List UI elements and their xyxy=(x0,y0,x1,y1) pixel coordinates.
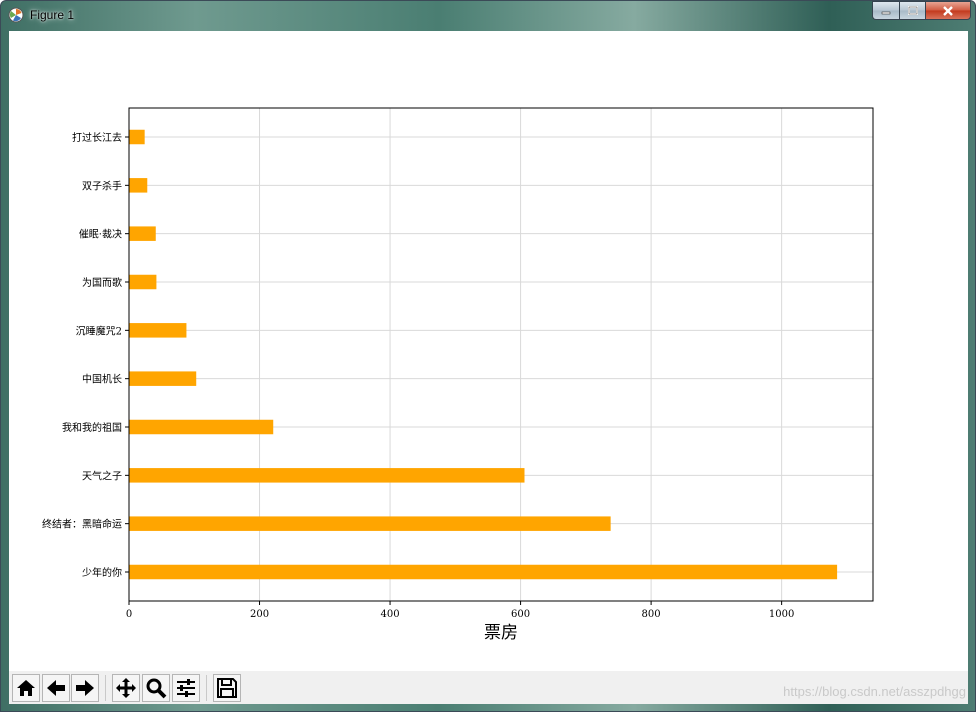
bar xyxy=(129,419,274,435)
app-icon xyxy=(8,7,24,23)
y-tick-label: 为国而歌 xyxy=(82,276,122,289)
maximize-icon xyxy=(907,5,918,15)
toolbar-separator xyxy=(105,675,106,701)
y-tick-label: 少年的你 xyxy=(82,566,122,579)
minimize-icon xyxy=(881,11,891,14)
bar xyxy=(129,323,187,338)
x-tick-label: 1000 xyxy=(769,609,794,620)
close-button[interactable] xyxy=(925,1,971,20)
bar xyxy=(129,468,525,483)
x-tick-label: 200 xyxy=(250,609,269,620)
back-icon xyxy=(47,680,65,696)
x-axis-label: 票房 xyxy=(484,623,518,643)
y-tick-label: 沉睡魔咒2 xyxy=(76,324,122,337)
bar xyxy=(129,226,156,241)
window-title: Figure 1 xyxy=(30,8,75,22)
close-icon xyxy=(943,5,953,16)
figure-canvas: 0 200 400 600 800 1000 少年的你 终结者：黑暗命运 天气之子 我和我的祖国 中… xyxy=(9,31,968,704)
save-button[interactable] xyxy=(213,674,241,702)
forward-icon xyxy=(76,680,94,696)
y-tick-label: 我和我的祖国 xyxy=(62,421,122,434)
back-button[interactable] xyxy=(42,674,70,702)
pan-icon xyxy=(116,678,136,698)
home-icon xyxy=(17,680,35,696)
pan-button[interactable] xyxy=(112,674,140,702)
maximize-button[interactable] xyxy=(899,1,925,20)
x-tick-label: 800 xyxy=(642,609,661,620)
configure-button[interactable] xyxy=(172,674,200,702)
y-tick-label: 中国机长 xyxy=(82,373,122,386)
forward-button[interactable] xyxy=(71,674,99,702)
x-tick-label: 600 xyxy=(511,609,530,620)
title-bar[interactable]: Figure 1 xyxy=(1,1,975,31)
x-tick-label: 400 xyxy=(381,609,400,620)
bar xyxy=(129,371,197,386)
bar xyxy=(129,564,838,580)
bar xyxy=(129,274,157,290)
zoom-button[interactable] xyxy=(142,674,170,702)
minimize-button[interactable] xyxy=(872,1,899,20)
configure-icon xyxy=(177,679,195,697)
zoom-icon xyxy=(146,678,167,699)
y-tick-label: 打过长江去 xyxy=(72,131,122,144)
y-tick-label: 催眠·裁决 xyxy=(79,228,122,241)
y-tick-label: 天气之子 xyxy=(82,469,122,482)
x-tick-label: 0 xyxy=(126,609,132,620)
y-tick-label: 终结者：黑暗命运 xyxy=(42,518,122,531)
bar xyxy=(129,516,611,531)
save-icon xyxy=(217,678,237,698)
home-button[interactable] xyxy=(12,674,40,702)
bar xyxy=(129,129,145,145)
watermark: https://blog.csdn.net/asszpdhgg xyxy=(783,684,966,699)
figure-window: Figure 1 0 200 400 600 800 1000 少年的你 终结者：黑暗命运 天气… xyxy=(0,0,976,712)
navigation-toolbar: https://blog.csdn.net/asszpdhgg xyxy=(9,671,968,704)
bar xyxy=(129,178,148,193)
toolbar-separator xyxy=(206,675,207,701)
bar-chart: 0 200 400 600 800 1000 少年的你 终结者：黑暗命运 天气之子 我和我的祖国 中… xyxy=(42,107,874,643)
y-tick-label: 双子杀手 xyxy=(82,179,122,192)
